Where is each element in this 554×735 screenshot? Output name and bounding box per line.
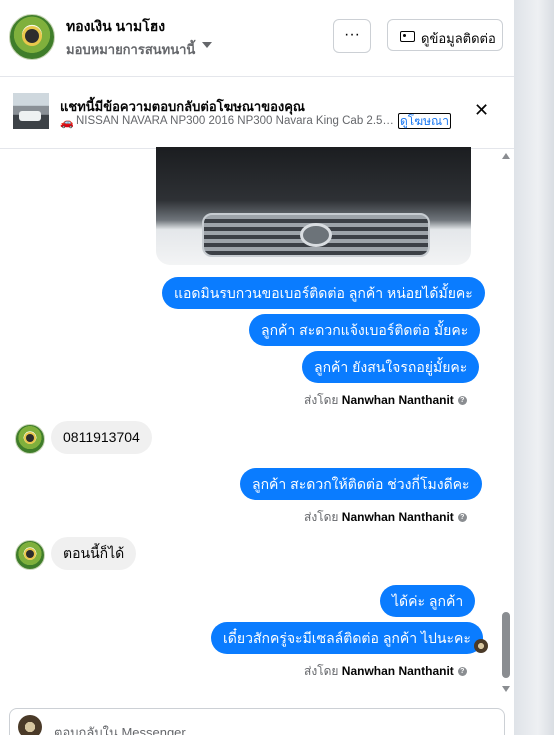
sent-by-prefix: ส่งโดย (304, 664, 339, 678)
reply-composer[interactable]: ตอบกลับใน Messenger... (9, 708, 505, 735)
more-options-button[interactable]: ··· (333, 19, 371, 53)
ad-banner-subtitle: NISSAN NAVARA NP300 2016 NP300 Navara Ki… (76, 115, 394, 127)
background-area (514, 0, 554, 735)
scrollbar-thumb[interactable] (502, 612, 510, 678)
car-engine-photo[interactable] (156, 147, 471, 265)
sent-by-label: ส่งโดย Nanwhan Nanthanit? (304, 662, 467, 681)
seen-avatar-icon (474, 639, 488, 653)
outgoing-message[interactable]: ลูกค้า สะดวกแจ้งเบอร์ติดต่อ มั้ยคะ (249, 314, 481, 346)
sent-by-label: ส่งโดย Nanwhan Nanthanit? (304, 508, 467, 527)
view-ad-link[interactable]: ดูโฆษณา (398, 113, 451, 129)
sender-name: Nanwhan Nanthanit (341, 393, 454, 407)
ad-reply-banner: แชทนี้มีข้อความตอบกลับต่อโฆษณาของคุณ 🚗 N… (0, 77, 514, 149)
car-logo (300, 223, 332, 247)
assign-conversation-label[interactable]: มอบหมายการสนทนานี้ (66, 39, 195, 60)
outgoing-message[interactable]: ลูกค้า ยังสนใจรถอยู่มั้ยคะ (302, 351, 480, 383)
contact-name[interactable]: ทองเงิน นามโฮง (66, 16, 165, 38)
scroll-up-arrow[interactable] (502, 153, 510, 159)
sender-name: Nanwhan Nanthanit (341, 510, 454, 524)
contact-avatar[interactable] (9, 14, 55, 60)
car-icon: 🚗 (60, 117, 74, 129)
sent-by-prefix: ส่งโดย (304, 393, 339, 407)
reply-input-placeholder[interactable]: ตอบกลับใน Messenger... (54, 722, 196, 735)
outgoing-message[interactable]: ลูกค้า สะดวกให้ติดต่อ ช่วงกี่โมงดีคะ (240, 468, 482, 500)
sender-name: Nanwhan Nanthanit (341, 664, 454, 678)
outgoing-message[interactable]: ได้ค่ะ ลูกค้า (380, 585, 476, 617)
info-icon[interactable]: ? (457, 396, 467, 406)
chat-header: ทองเงิน นามโฮง มอบหมายการสนทนานี้ ··· ดู… (0, 0, 514, 77)
contact-avatar-small[interactable] (15, 540, 45, 570)
info-icon[interactable]: ? (457, 513, 467, 523)
view-contact-button[interactable]: ดูข้อมูลติดต่อ (387, 19, 503, 51)
outgoing-message[interactable]: เดี๋ยวสักครู่จะมีเซลล์ติดต่อ ลูกค้า ไปนะ… (211, 622, 483, 654)
sent-by-prefix: ส่งโดย (304, 510, 339, 524)
close-icon[interactable]: ✕ (474, 101, 489, 119)
info-icon[interactable]: ? (457, 667, 467, 677)
incoming-message[interactable]: 0811913704 (51, 421, 152, 454)
incoming-message[interactable]: ตอนนี้ก็ได้ (51, 537, 137, 570)
chat-panel: ทองเงิน นามโฮง มอบหมายการสนทนานี้ ··· ดู… (0, 0, 514, 735)
id-card-icon (400, 31, 415, 42)
user-avatar (18, 715, 42, 735)
scroll-down-arrow[interactable] (502, 686, 510, 692)
sent-by-label: ส่งโดย Nanwhan Nanthanit? (304, 391, 467, 410)
view-contact-label: ดูข้อมูลติดต่อ (421, 31, 496, 46)
outgoing-message[interactable]: แอดมินรบกวนขอเบอร์ติดต่อ ลูกค้า หน่อยได้… (162, 277, 485, 309)
contact-avatar-small[interactable] (15, 424, 45, 454)
chevron-down-icon[interactable] (202, 42, 212, 48)
ad-banner-title: แชทนี้มีข้อความตอบกลับต่อโฆษณาของคุณ (60, 99, 305, 114)
ad-thumbnail[interactable] (13, 93, 49, 129)
